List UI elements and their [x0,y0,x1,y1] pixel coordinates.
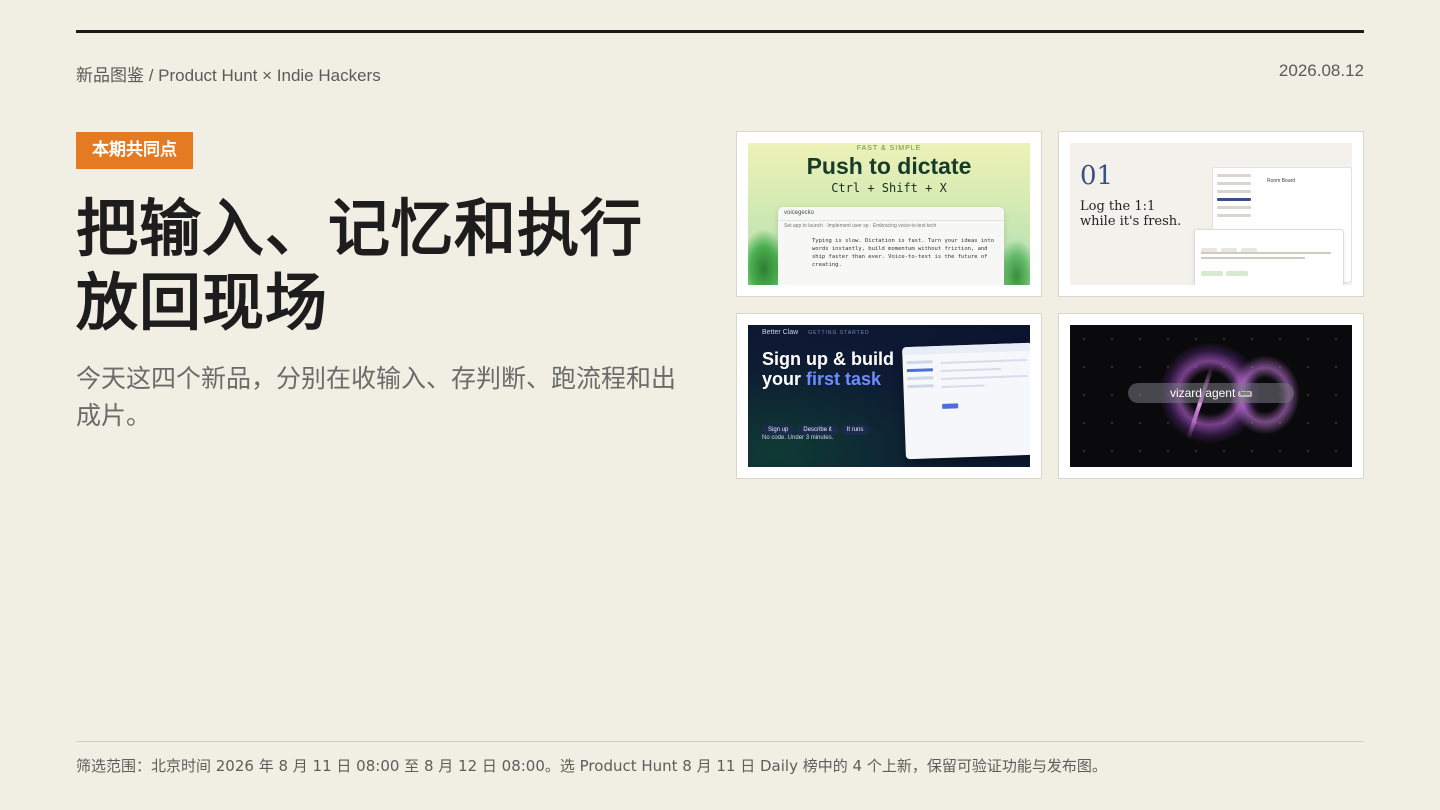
app-body-text: Typing is slow. Dictation is fast. Turn … [812,238,995,268]
step-chip: Describe it [797,425,838,435]
step-chip: It runs [840,425,870,435]
headline-line-1: Sign up & build [762,349,894,369]
headline-highlight: first task [806,369,882,389]
footer-note: 筛选范围：北京时间 2026 年 8 月 11 日 08:00 至 8 月 12… [76,757,1107,775]
product-card-better-claw[interactable]: Better Claw GETTING STARTED Sign up & bui… [736,313,1042,479]
product-screenshot: vizard agent beta [1070,325,1352,467]
panel-heading: Room Board [1267,178,1296,184]
step-list: Sign up Describe it It runs [762,416,872,435]
step-chip: Sign up [762,425,795,435]
product-screenshot: FAST & SIMPLE Push to dictate Ctrl + Shi… [748,143,1030,285]
panel-sidebar [1217,174,1251,222]
step-number: 01 [1080,161,1114,191]
theme-tag: 本期共同点 [76,132,193,169]
brand-tagline: GETTING STARTED [808,330,870,336]
product-screenshot: 01 Log the 1:1 while it's fresh. Room Bo… [1070,143,1352,285]
page-title: 把输入、记忆和执行放回现场 [76,192,644,339]
logo-text: vizard agent [1169,386,1236,400]
card-kicker: FAST & SIMPLE [856,145,922,152]
issue-date: 2026.08.12 [1278,61,1364,80]
top-rule [76,30,1364,33]
logo-pill: vizard agent beta [1128,383,1294,403]
app-window [902,342,1030,460]
card-footnote: No code. Under 3 minutes. [762,435,834,441]
card-headline: Sign up & build your first task [762,349,894,389]
app-toolbar: Set app to launch · Implement user sp · … [784,223,937,229]
shortcut-keys: Ctrl + Shift + X [831,181,947,195]
brand-name: Better Claw [762,329,799,336]
app-window: voicegecko Set app to launch · Implement… [778,207,1004,285]
headline-line-1: Log the 1:1 [1080,199,1156,214]
product-card-vizard-agent[interactable]: vizard agent beta [1058,313,1364,479]
product-screenshot: Better Claw GETTING STARTED Sign up & bui… [748,325,1030,467]
brand-row: Better Claw GETTING STARTED [762,329,870,336]
page-subtitle: 今天这四个新品，分别在收输入、存判断、跑流程和出成片。 [76,364,677,430]
headline-line-2: while it's fresh. [1080,214,1182,229]
card-headline: Log the 1:1 while it's fresh. [1080,199,1181,229]
app-name: voicegecko [778,207,1004,221]
beta-badge: beta [1238,390,1253,397]
bottom-rule [76,741,1364,742]
product-card-voicegecko[interactable]: FAST & SIMPLE Push to dictate Ctrl + Shi… [736,131,1042,297]
note-popup [1194,229,1344,285]
card-headline: Push to dictate [806,153,972,179]
headline-prefix: your [762,369,807,389]
breadcrumb: 新品图鉴 / Product Hunt × Indie Hackers [76,66,381,85]
product-card-one-on-one[interactable]: 01 Log the 1:1 while it's fresh. Room Bo… [1058,131,1364,297]
headline-line-2: your first task [762,369,894,389]
